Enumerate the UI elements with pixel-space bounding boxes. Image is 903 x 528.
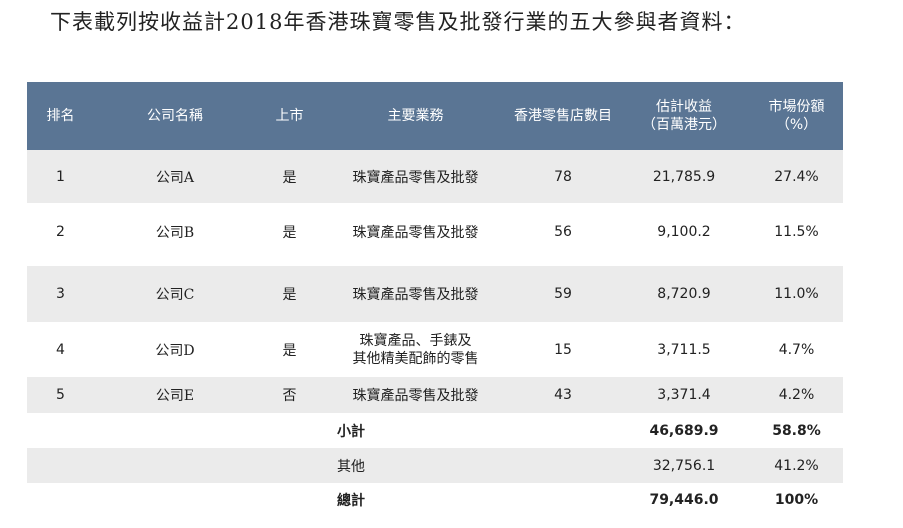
cell-rank: 4 [56, 341, 65, 358]
cell-listed: 否 [282, 388, 297, 404]
cell-business: 珠寶產品、手錶及 其他精美配飾的零售 [323, 332, 508, 368]
cell-revenue: 3,371.4 [657, 387, 711, 403]
cell-business: 珠寶產品零售及批發 [352, 388, 479, 404]
cell-stores: 43 [554, 387, 572, 403]
header-revenue: 估計收益 （百萬港元） [618, 98, 750, 134]
cell-business: 珠寶產品零售及批發 [352, 287, 479, 303]
other-share: 41.2% [774, 457, 819, 474]
header-business-label: 主要業務 [387, 108, 444, 124]
cell-revenue: 8,720.9 [657, 286, 711, 302]
cell-company: 公司B [155, 224, 195, 241]
cell-stores: 78 [554, 168, 572, 185]
table-header-row: 排名 公司名稱 上市 主要業務 香港零售店數目 估計收益 （百萬港元） 市場份額… [27, 82, 843, 150]
total-label: 總計 [337, 493, 365, 509]
total-share: 100% [774, 492, 819, 508]
header-rank-label: 排名 [46, 108, 75, 124]
header-share-line1: 市場份額 [768, 99, 825, 115]
subtotal-revenue: 46,689.9 [649, 422, 719, 439]
header-stores-label: 香港零售店數目 [514, 108, 612, 124]
cell-business-line1: 珠寶產品、手錶及 [359, 332, 472, 349]
table-row: 3 公司C 是 珠寶產品零售及批發 59 8,720.9 11.0% [27, 266, 843, 322]
other-row: 其他 32,756.1 41.2% [27, 448, 843, 483]
header-company: 公司名稱 [94, 107, 256, 125]
table-title: 下表載列按收益計2018年香港珠寶零售及批發行業的五大參與者資料： [50, 10, 746, 34]
cell-rank: 2 [56, 223, 65, 240]
table-row: 5 公司E 否 珠寶產品零售及批發 43 3,371.4 4.2% [27, 377, 843, 413]
table-row: 2 公司B 是 珠寶產品零售及批發 56 9,100.2 11.5% [27, 203, 843, 260]
cell-listed: 是 [282, 224, 297, 241]
cell-rank: 1 [56, 168, 65, 185]
cell-share: 11.5% [774, 223, 819, 240]
cell-business-line2: 其他精美配飾的零售 [352, 350, 479, 367]
table-row: 4 公司D 是 珠寶產品、手錶及 其他精美配飾的零售 15 3,711.5 4.… [27, 322, 843, 377]
other-revenue: 32,756.1 [652, 457, 716, 474]
cell-stores: 56 [554, 223, 572, 240]
cell-revenue: 3,711.5 [657, 341, 711, 358]
cell-business: 珠寶產品零售及批發 [352, 224, 479, 241]
header-rank: 排名 [27, 107, 94, 125]
subtotal-label: 小計 [337, 423, 365, 440]
cell-revenue: 21,785.9 [652, 168, 716, 185]
cell-rank: 3 [56, 286, 65, 302]
cell-company: 公司A [155, 169, 195, 186]
table-row: 1 公司A 是 珠寶產品零售及批發 78 21,785.9 27.4% [27, 150, 843, 203]
cell-company: 公司C [155, 287, 195, 303]
header-revenue-line1: 估計收益 [656, 99, 712, 115]
header-listed: 上市 [256, 107, 323, 125]
header-company-label: 公司名稱 [147, 108, 203, 124]
cell-company: 公司D [155, 342, 195, 359]
cell-listed: 是 [282, 342, 297, 359]
header-stores: 香港零售店數目 [508, 107, 618, 125]
market-participants-table: 排名 公司名稱 上市 主要業務 香港零售店數目 估計收益 （百萬港元） 市場份額… [27, 82, 843, 517]
header-share-line2: （%） [775, 117, 818, 133]
cell-stores: 59 [554, 286, 572, 302]
subtotal-share: 58.8% [772, 422, 821, 439]
cell-rank: 5 [56, 387, 65, 403]
header-share: 市場份額 （%） [750, 98, 843, 134]
cell-listed: 是 [282, 169, 297, 186]
total-revenue: 79,446.0 [649, 492, 719, 508]
cell-share: 4.7% [778, 341, 815, 358]
cell-revenue: 9,100.2 [657, 223, 711, 240]
cell-listed: 是 [282, 287, 297, 303]
cell-share: 27.4% [774, 168, 819, 185]
cell-business: 珠寶產品零售及批發 [352, 169, 479, 186]
other-label: 其他 [337, 458, 365, 475]
cell-stores: 15 [554, 341, 572, 358]
cell-share: 11.0% [774, 286, 819, 302]
cell-share: 4.2% [778, 387, 815, 403]
cell-company: 公司E [155, 388, 195, 404]
subtotal-row: 小計 46,689.9 58.8% [27, 413, 843, 448]
header-business: 主要業務 [323, 107, 508, 125]
header-listed-label: 上市 [275, 108, 304, 124]
total-row: 總計 79,446.0 100% [27, 483, 843, 517]
header-revenue-line2: （百萬港元） [642, 117, 726, 133]
